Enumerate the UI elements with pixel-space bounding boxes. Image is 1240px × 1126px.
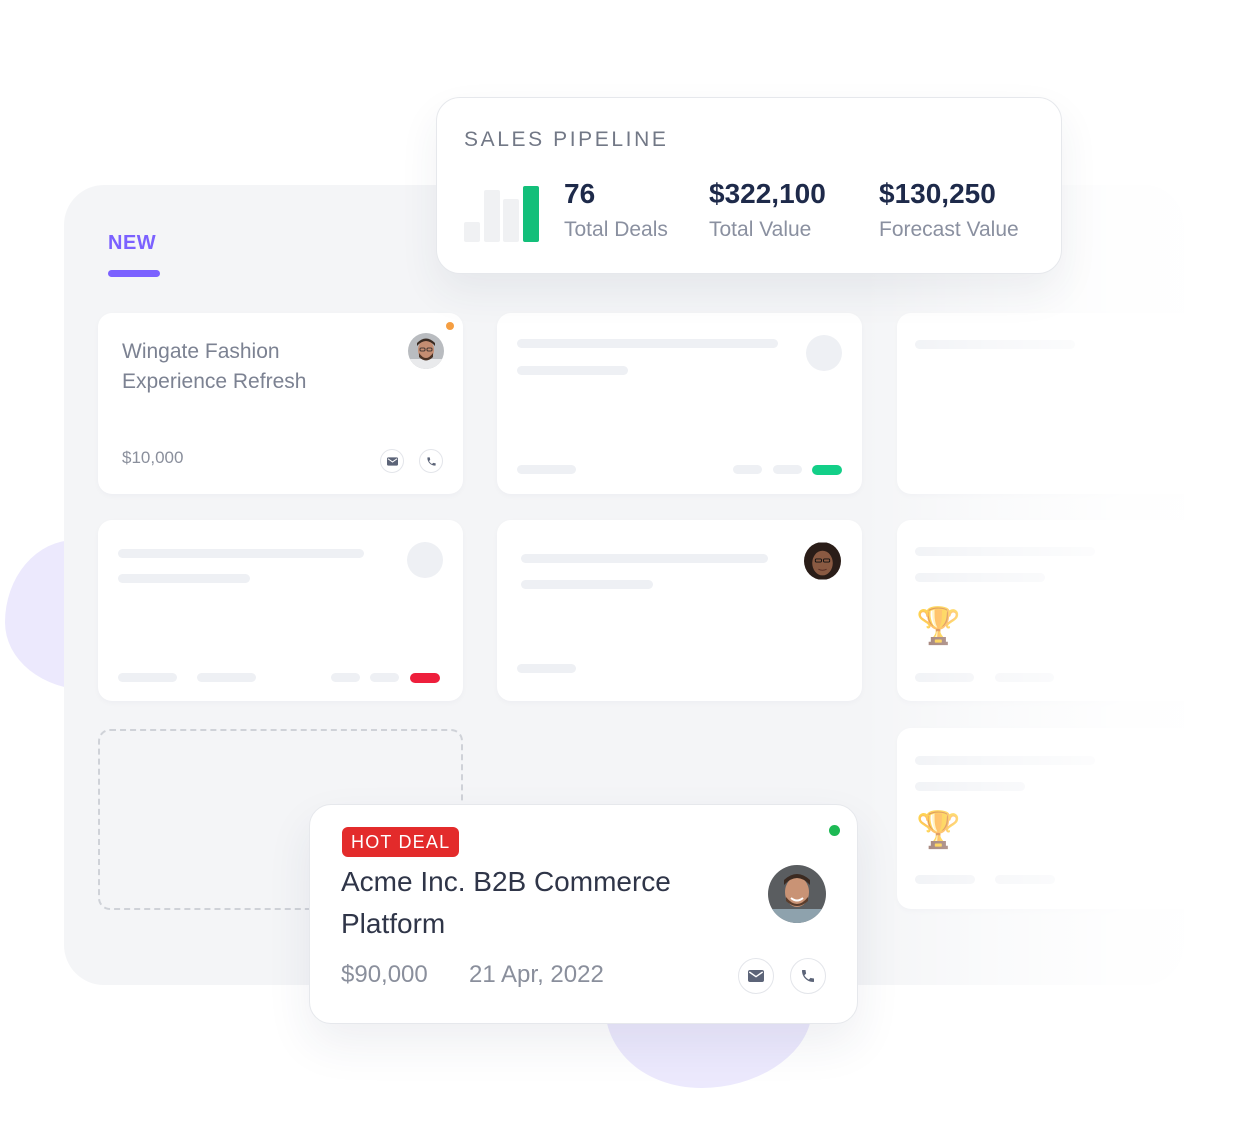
won-deal-card: 🏆 <box>897 520 1197 701</box>
skeleton-line <box>521 554 768 563</box>
skeleton-line <box>517 465 576 474</box>
deal-card[interactable]: Wingate Fashion Experience Refresh $10,0… <box>98 313 463 494</box>
phone-icon <box>802 970 814 982</box>
skeleton-line <box>517 339 778 348</box>
status-bar-success <box>812 465 842 475</box>
skeleton-line <box>370 673 399 682</box>
status-dot-online <box>829 825 840 836</box>
mini-bar-highlight <box>522 186 539 242</box>
status-bar-danger <box>410 673 440 683</box>
email-button[interactable] <box>380 449 404 473</box>
deal-title: Acme Inc. B2B Commerce Platform <box>341 866 671 939</box>
skeleton-line <box>915 673 974 682</box>
won-deal-card: 🏆 <box>897 728 1197 909</box>
avatar <box>804 542 841 580</box>
skeleton-line <box>118 673 177 682</box>
trophy-icon: 🏆 <box>916 605 961 646</box>
skeleton-line <box>197 673 256 682</box>
trophy-icon: 🏆 <box>916 809 961 850</box>
skeleton-line <box>995 875 1055 884</box>
skeleton-line <box>773 465 802 474</box>
avatar <box>408 333 444 369</box>
deal-card-placeholder <box>897 313 1197 494</box>
status-dot-warning <box>446 322 454 330</box>
column-title-new: NEW <box>108 232 157 254</box>
deal-date: 21 Apr, 2022 <box>469 961 604 988</box>
hot-deal-card[interactable]: HOT DEAL Acme Inc. B2B Commerce Platform… <box>309 804 858 1024</box>
skeleton-avatar <box>806 335 842 371</box>
deal-amount: $10,000 <box>122 448 184 467</box>
stat-value: $322,100 <box>709 178 826 209</box>
call-button[interactable] <box>419 449 443 473</box>
skeleton-line <box>517 366 628 375</box>
skeleton-line <box>521 580 653 589</box>
stat-total-deals: 76 Total Deals <box>564 176 668 242</box>
skeleton-line <box>517 664 576 673</box>
deal-card-placeholder <box>497 313 862 494</box>
skeleton-line <box>915 782 1025 791</box>
mini-bar <box>464 222 480 242</box>
stat-total-value: $322,100 Total Value <box>709 176 826 242</box>
call-button[interactable] <box>790 958 826 994</box>
stat-label: Total Value <box>709 218 812 241</box>
stat-value: 76 <box>564 178 596 209</box>
skeleton-line <box>915 756 1095 765</box>
deal-card-placeholder <box>98 520 463 701</box>
mini-bar <box>483 190 500 242</box>
column-tab-underline <box>108 270 160 277</box>
stat-value: $130,250 <box>879 178 996 209</box>
mail-icon <box>748 970 764 982</box>
skeleton-line <box>995 673 1054 682</box>
deal-card-placeholder <box>497 520 862 701</box>
skeleton-line <box>915 875 975 884</box>
skeleton-line <box>915 573 1045 582</box>
phone-icon <box>426 456 436 466</box>
skeleton-line <box>915 547 1095 556</box>
skeleton-line <box>118 574 250 583</box>
mail-icon <box>386 456 398 466</box>
skeleton-line <box>915 340 1075 349</box>
deal-amount: $90,000 <box>341 961 428 988</box>
deal-title: Wingate Fashion Experience Refresh <box>122 340 307 393</box>
skeleton-line <box>733 465 762 474</box>
avatar <box>768 865 826 923</box>
stat-label: Forecast Value <box>879 218 1019 241</box>
stat-label: Total Deals <box>564 218 668 241</box>
email-button[interactable] <box>738 958 774 994</box>
skeleton-line <box>118 549 364 558</box>
pipeline-title: SALES PIPELINE <box>464 128 669 151</box>
stat-forecast-value: $130,250 Forecast Value <box>879 176 1019 242</box>
skeleton-line <box>331 673 360 682</box>
skeleton-avatar <box>407 542 443 578</box>
hot-deal-badge: HOT DEAL <box>342 827 460 857</box>
sales-pipeline-widget: SALES PIPELINE 76 Total Deals $322,100 T… <box>436 97 1062 274</box>
mini-bar <box>503 199 519 242</box>
